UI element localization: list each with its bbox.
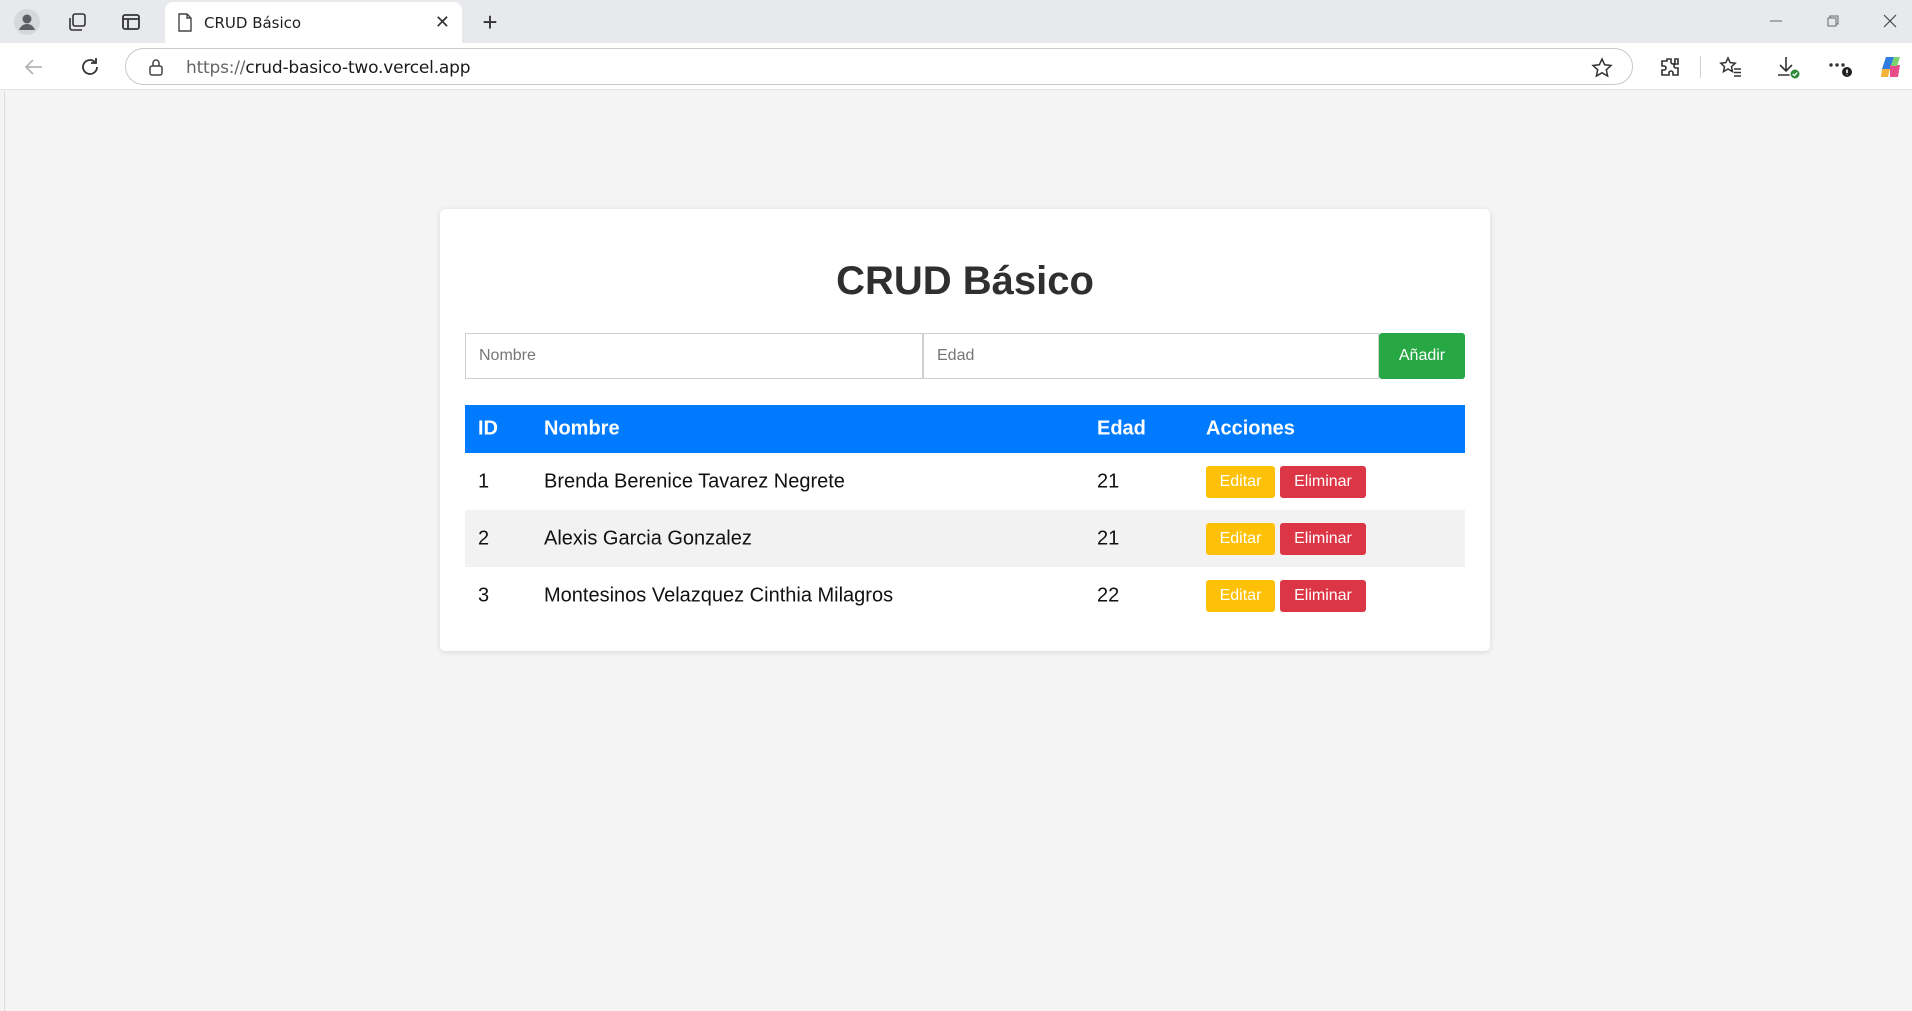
browser-tab-bar: CRUD Básico ✕ + — [0, 0, 1912, 43]
page-title: CRUD Básico — [836, 259, 1094, 303]
close-window-icon[interactable] — [1870, 8, 1910, 34]
people-table: ID Nombre Edad Acciones 1 Brenda Berenic… — [465, 405, 1465, 624]
edit-button[interactable]: Editar — [1206, 465, 1275, 498]
workspaces-icon[interactable] — [64, 9, 90, 35]
table-row: 1 Brenda Berenice Tavarez Negrete 21 Edi… — [465, 453, 1465, 510]
age-input[interactable] — [924, 334, 1378, 378]
cell-age: 22 — [1097, 584, 1120, 606]
copilot-icon[interactable] — [1877, 52, 1907, 82]
table-row: 3 Montesinos Velazquez Cinthia Milagros … — [465, 567, 1465, 624]
star-icon[interactable] — [1590, 56, 1614, 80]
cell-name: Montesinos Velazquez Cinthia Milagros — [544, 584, 894, 606]
delete-button[interactable]: Eliminar — [1280, 522, 1366, 555]
table-row: 2 Alexis Garcia Gonzalez 21 Editar Elimi… — [465, 510, 1465, 567]
favorites-icon[interactable] — [1718, 54, 1744, 80]
crud-card: CRUD Básico Añadir ID Nombre Edad Accion… — [440, 209, 1490, 651]
header-id: ID — [478, 417, 498, 440]
minimize-icon[interactable] — [1756, 8, 1796, 34]
name-field[interactable] — [465, 333, 923, 379]
url-text[interactable]: https://crud-basico-two.vercel.app — [186, 58, 471, 78]
edit-button[interactable]: Editar — [1206, 579, 1275, 612]
cell-age: 21 — [1097, 527, 1120, 549]
tab-title: CRUD Básico — [204, 14, 302, 32]
delete-button[interactable]: Eliminar — [1280, 465, 1366, 498]
browser-toolbar: https://crud-basico-two.vercel.app — [0, 43, 1912, 90]
name-input[interactable] — [466, 334, 922, 378]
delete-button[interactable]: Eliminar — [1280, 579, 1366, 612]
tab-close-icon[interactable]: ✕ — [435, 12, 450, 32]
header-age: Edad — [1097, 417, 1146, 440]
cell-name: Alexis Garcia Gonzalez — [544, 527, 752, 549]
header-actions: Acciones — [1206, 417, 1295, 440]
restore-icon[interactable] — [1813, 8, 1853, 34]
browser-tab[interactable]: CRUD Básico ✕ — [165, 2, 462, 43]
refresh-icon[interactable] — [76, 53, 104, 81]
cell-age: 21 — [1097, 470, 1120, 492]
table-header: ID Nombre Edad Acciones — [465, 405, 1465, 453]
cell-id: 2 — [478, 527, 490, 549]
address-bar[interactable]: https://crud-basico-two.vercel.app — [125, 48, 1633, 85]
add-button[interactable]: Añadir — [1379, 333, 1465, 379]
header-name: Nombre — [544, 417, 620, 440]
url-protocol: https:// — [186, 58, 246, 78]
cell-name: Brenda Berenice Tavarez Negrete — [544, 470, 845, 492]
back-icon[interactable] — [20, 53, 48, 81]
url-host: crud-basico-two.vercel.app — [245, 58, 471, 78]
lock-icon[interactable] — [146, 57, 166, 77]
sidebar-icon[interactable] — [118, 9, 144, 35]
more-icon[interactable] — [1826, 53, 1854, 81]
age-field[interactable] — [923, 333, 1379, 379]
cell-id: 1 — [478, 470, 490, 492]
cell-id: 3 — [478, 584, 490, 606]
new-tab-button[interactable]: + — [476, 7, 504, 37]
downloads-icon[interactable] — [1774, 53, 1802, 81]
extensions-icon[interactable] — [1657, 54, 1683, 80]
page-icon — [176, 12, 194, 32]
edit-button[interactable]: Editar — [1206, 522, 1275, 555]
page-viewport: CRUD Básico Añadir ID Nombre Edad Accion… — [4, 91, 1912, 1011]
toolbar-divider — [1700, 56, 1701, 78]
profile-icon[interactable] — [12, 7, 42, 37]
